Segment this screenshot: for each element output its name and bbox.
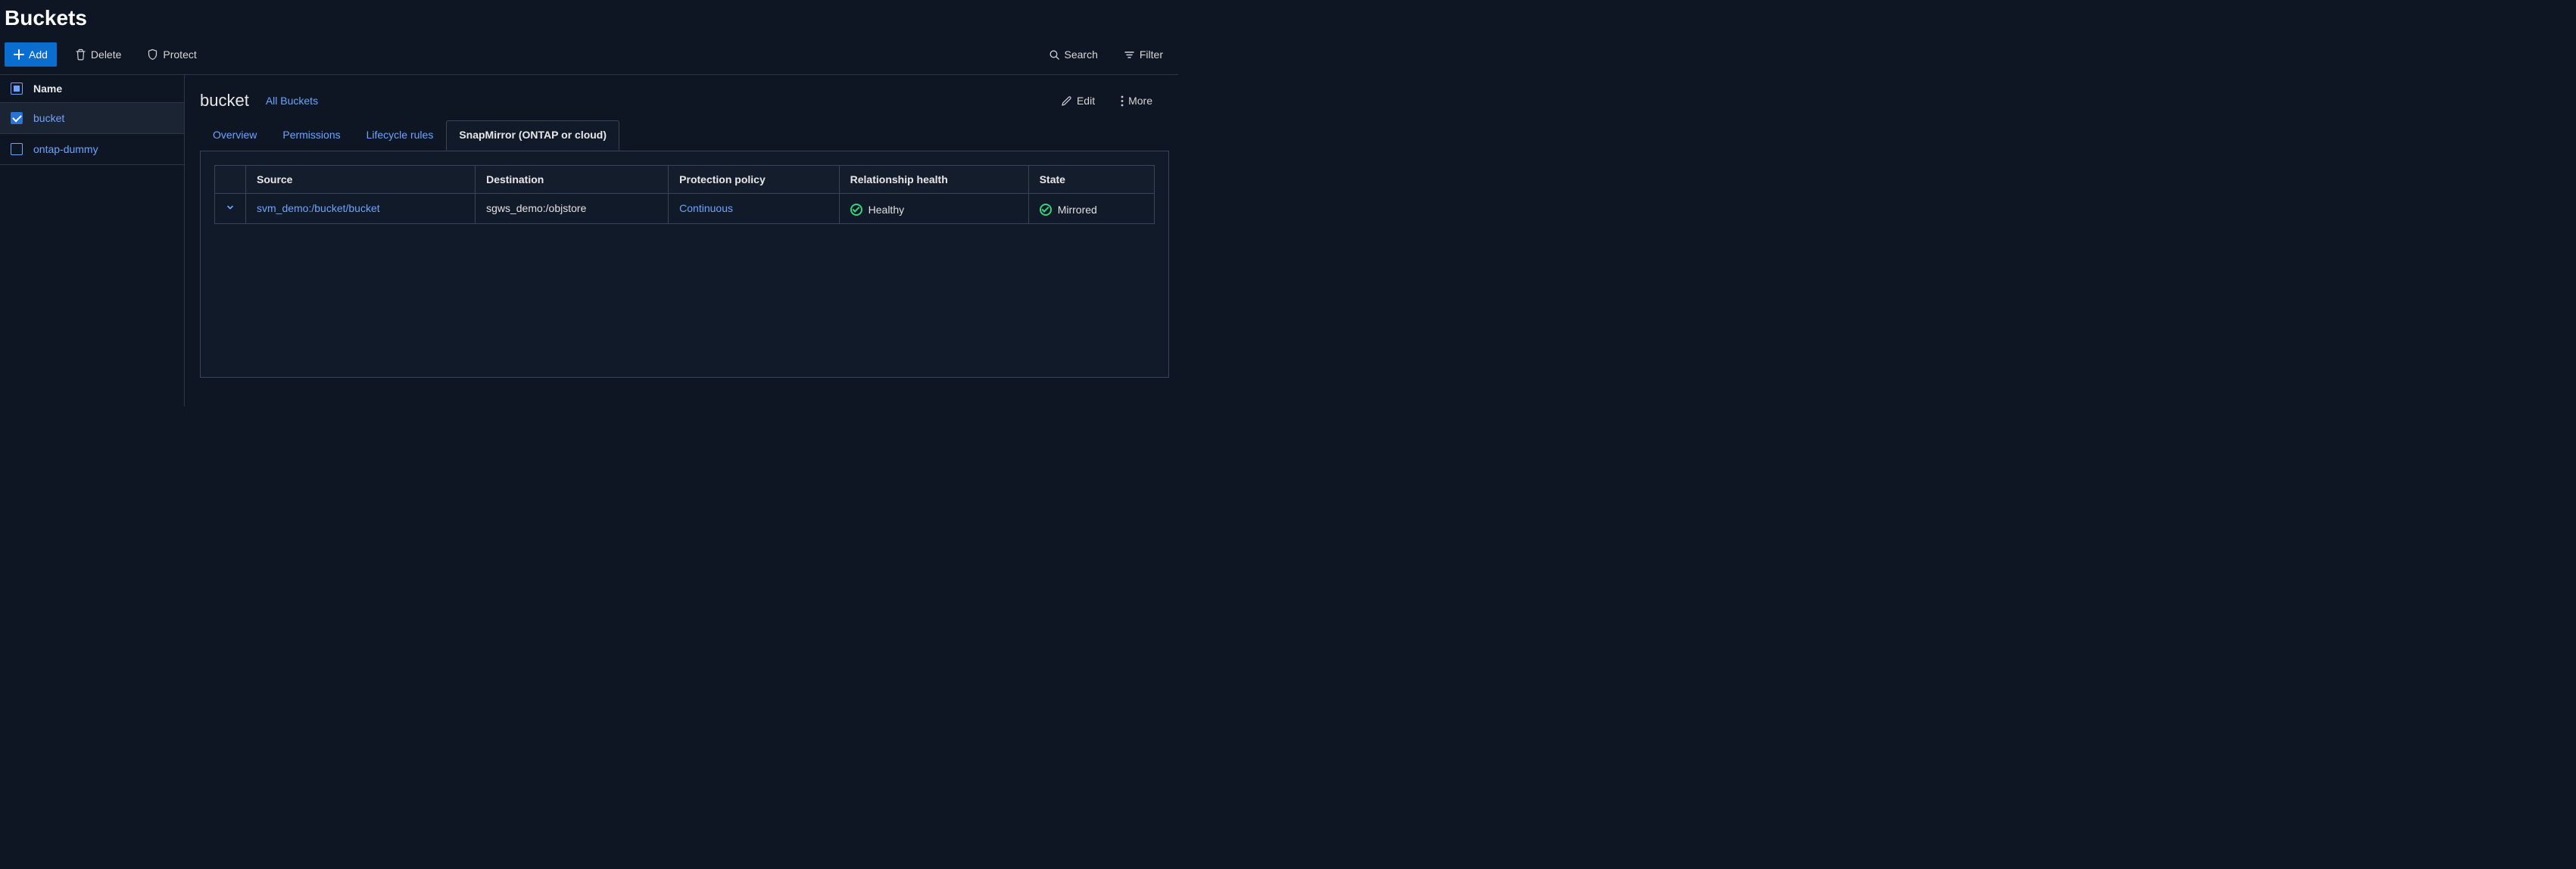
health-text: Healthy xyxy=(869,204,904,216)
delete-button[interactable]: Delete xyxy=(67,44,129,65)
tab-panel: Source Destination Protection policy Rel… xyxy=(200,151,1169,378)
content-panel: bucket All Buckets Edit More Overview xyxy=(185,75,1178,406)
tab-snapmirror[interactable]: SnapMirror (ONTAP or cloud) xyxy=(446,120,619,151)
chevron-down-icon xyxy=(226,203,235,212)
add-button[interactable]: Add xyxy=(5,42,57,67)
cell-state: Mirrored xyxy=(1028,194,1154,224)
search-button-label: Search xyxy=(1065,48,1098,61)
table-header-row: Source Destination Protection policy Rel… xyxy=(215,166,1155,194)
relationships-table: Source Destination Protection policy Rel… xyxy=(214,165,1155,224)
list-header: Name xyxy=(0,75,184,103)
tab-permissions[interactable]: Permissions xyxy=(270,120,353,151)
bucket-name-link[interactable]: ontap-dummy xyxy=(33,143,98,155)
check-circle-icon xyxy=(850,204,862,216)
list-header-label: Name xyxy=(33,83,62,95)
edit-button-label: Edit xyxy=(1077,95,1095,107)
breadcrumb-link[interactable]: All Buckets xyxy=(266,95,318,107)
pencil-icon xyxy=(1061,95,1072,107)
column-state[interactable]: State xyxy=(1028,166,1154,194)
cell-destination: sgws_demo:/objstore xyxy=(476,194,669,224)
more-button[interactable]: More xyxy=(1113,90,1160,111)
column-destination[interactable]: Destination xyxy=(476,166,669,194)
column-source[interactable]: Source xyxy=(246,166,476,194)
search-icon xyxy=(1049,49,1060,61)
filter-button-label: Filter xyxy=(1140,48,1163,61)
filter-icon xyxy=(1124,49,1135,61)
kebab-icon xyxy=(1121,95,1124,107)
column-health[interactable]: Relationship health xyxy=(839,166,1028,194)
protect-button-label: Protect xyxy=(163,48,196,61)
sidebar-item[interactable]: bucket xyxy=(0,103,184,134)
shield-icon xyxy=(147,48,158,61)
filter-button[interactable]: Filter xyxy=(1116,44,1171,65)
search-button[interactable]: Search xyxy=(1041,44,1106,65)
edit-button[interactable]: Edit xyxy=(1053,90,1102,111)
main: Name bucket ontap-dummy bucket All Bucke… xyxy=(0,74,1178,406)
check-circle-icon xyxy=(1040,204,1052,216)
detail-header: bucket All Buckets Edit More xyxy=(200,87,1169,117)
sidebar-item[interactable]: ontap-dummy xyxy=(0,134,184,165)
row-checkbox[interactable] xyxy=(11,143,23,155)
cell-source: svm_demo:/bucket/bucket xyxy=(246,194,476,224)
cell-policy: Continuous xyxy=(669,194,839,224)
cell-health: Healthy xyxy=(839,194,1028,224)
page-title: Buckets xyxy=(0,0,1178,38)
sidebar: Name bucket ontap-dummy xyxy=(0,75,185,406)
bucket-name-link[interactable]: bucket xyxy=(33,112,64,124)
row-expander[interactable] xyxy=(215,194,246,224)
table-row[interactable]: svm_demo:/bucket/bucket sgws_demo:/objst… xyxy=(215,194,1155,224)
plus-icon xyxy=(14,49,24,60)
delete-button-label: Delete xyxy=(91,48,121,61)
row-checkbox[interactable] xyxy=(11,112,23,124)
toolbar: Add Delete Protect Search Filter xyxy=(0,38,1178,74)
header-actions: Edit More xyxy=(1053,90,1169,111)
select-all-checkbox[interactable] xyxy=(11,83,23,95)
more-button-label: More xyxy=(1128,95,1152,107)
column-expand xyxy=(215,166,246,194)
source-link[interactable]: svm_demo:/bucket/bucket xyxy=(257,202,380,214)
policy-link[interactable]: Continuous xyxy=(679,202,733,214)
column-policy[interactable]: Protection policy xyxy=(669,166,839,194)
protect-button[interactable]: Protect xyxy=(139,44,204,65)
state-text: Mirrored xyxy=(1058,204,1097,216)
tab-overview[interactable]: Overview xyxy=(200,120,270,151)
trash-icon xyxy=(75,48,86,61)
detail-title: bucket xyxy=(200,91,249,111)
tab-lifecycle-rules[interactable]: Lifecycle rules xyxy=(354,120,447,151)
tabs: Overview Permissions Lifecycle rules Sna… xyxy=(200,120,1169,151)
add-button-label: Add xyxy=(29,48,48,61)
